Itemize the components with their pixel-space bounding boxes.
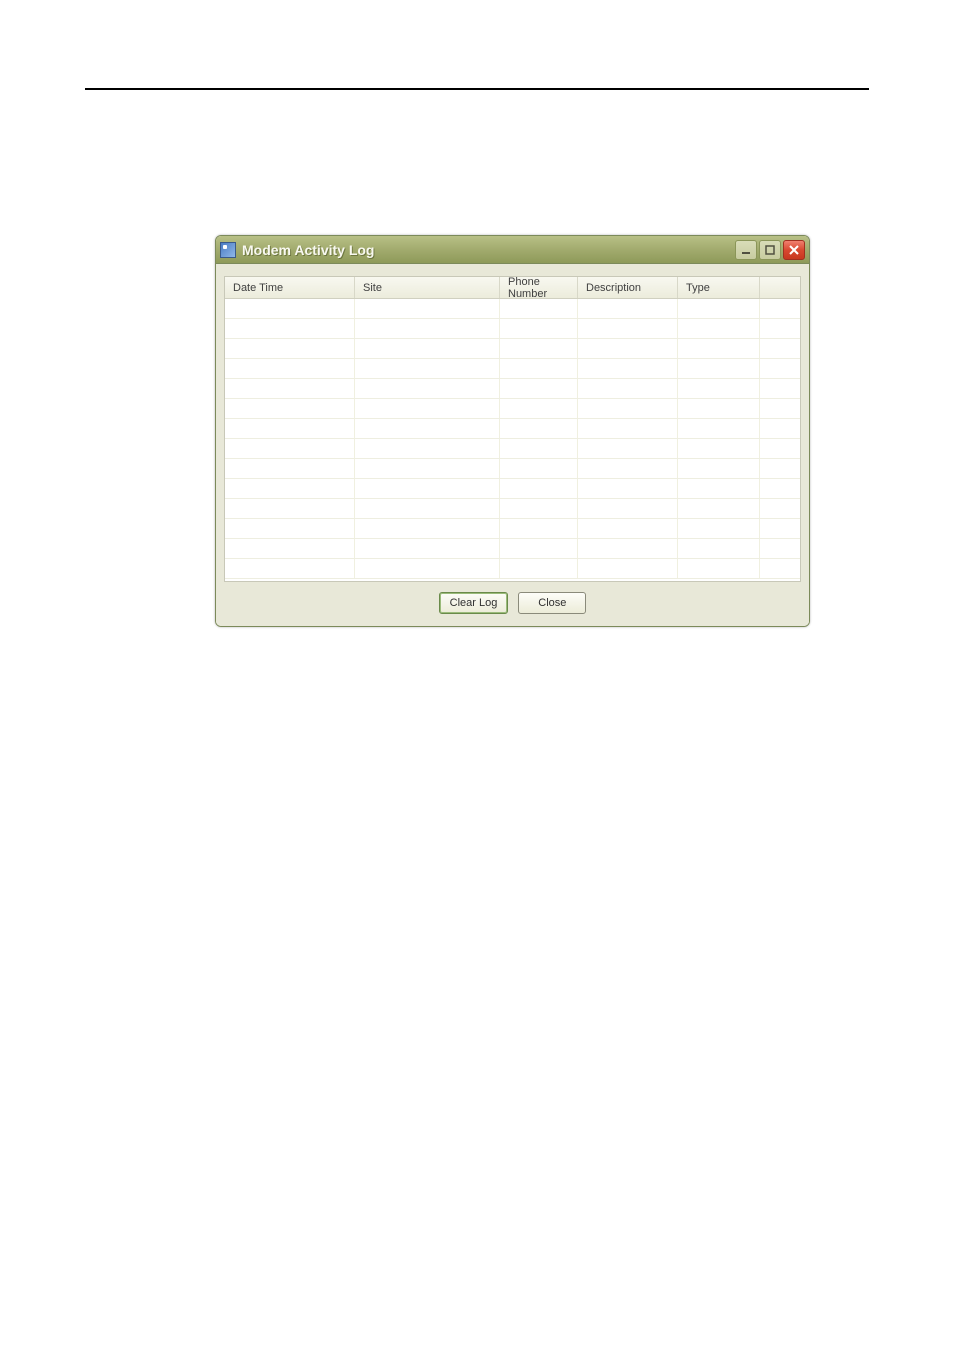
close-icon bbox=[789, 245, 799, 255]
table-row[interactable] bbox=[225, 519, 800, 539]
column-header-description[interactable]: Description bbox=[578, 277, 678, 298]
maximize-icon bbox=[765, 245, 775, 255]
column-header-site[interactable]: Site bbox=[355, 277, 500, 298]
close-button[interactable]: Close bbox=[518, 592, 586, 614]
table-row[interactable] bbox=[225, 459, 800, 479]
table-row[interactable] bbox=[225, 299, 800, 319]
table-row[interactable] bbox=[225, 399, 800, 419]
table-row[interactable] bbox=[225, 559, 800, 579]
column-header-phone[interactable]: Phone Number bbox=[500, 277, 578, 298]
window-title: Modem Activity Log bbox=[242, 242, 735, 258]
modem-activity-log-window: Modem Activity Log Date bbox=[215, 235, 810, 627]
table-row[interactable] bbox=[225, 539, 800, 559]
minimize-button[interactable] bbox=[735, 240, 757, 260]
table-row[interactable] bbox=[225, 479, 800, 499]
activity-log-table: Date Time Site Phone Number Description … bbox=[224, 276, 801, 582]
table-row[interactable] bbox=[225, 339, 800, 359]
column-header-type[interactable]: Type bbox=[678, 277, 760, 298]
window-body: Date Time Site Phone Number Description … bbox=[216, 264, 809, 626]
maximize-button[interactable] bbox=[759, 240, 781, 260]
table-row[interactable] bbox=[225, 319, 800, 339]
close-window-button[interactable] bbox=[783, 240, 805, 260]
table-rows bbox=[225, 299, 800, 579]
window-controls bbox=[735, 240, 805, 260]
titlebar[interactable]: Modem Activity Log bbox=[216, 236, 809, 264]
clear-log-button[interactable]: Clear Log bbox=[439, 592, 509, 614]
table-row[interactable] bbox=[225, 359, 800, 379]
table-row[interactable] bbox=[225, 439, 800, 459]
page-divider bbox=[85, 88, 869, 90]
button-row: Clear Log Close bbox=[224, 582, 801, 618]
column-header-datetime[interactable]: Date Time bbox=[225, 277, 355, 298]
table-row[interactable] bbox=[225, 499, 800, 519]
table-header: Date Time Site Phone Number Description … bbox=[225, 277, 800, 299]
table-row[interactable] bbox=[225, 419, 800, 439]
minimize-icon bbox=[741, 245, 751, 255]
table-row[interactable] bbox=[225, 379, 800, 399]
app-icon bbox=[220, 242, 236, 258]
